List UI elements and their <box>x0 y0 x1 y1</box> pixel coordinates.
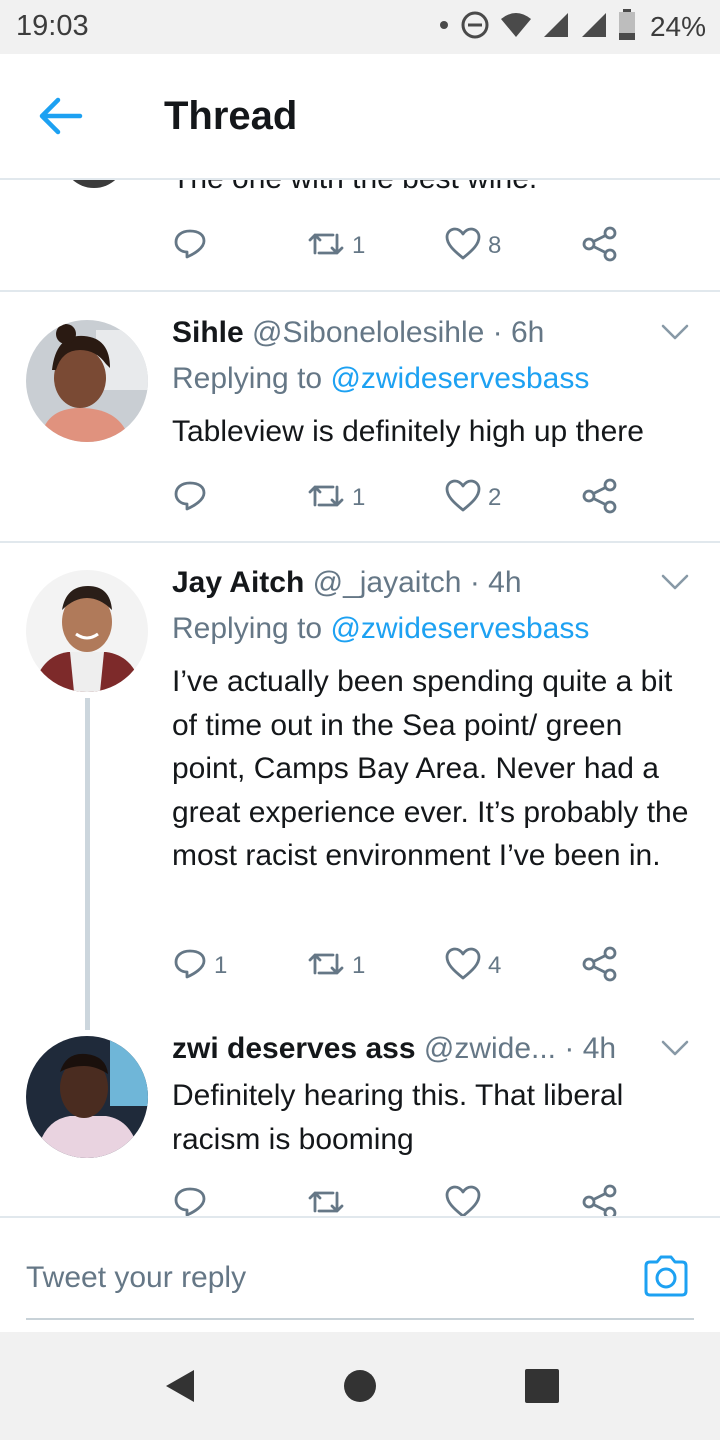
retweet-count: 1 <box>352 232 366 259</box>
retweet-icon <box>306 478 346 519</box>
system-nav-bar <box>0 1332 720 1440</box>
replying-label: Replying to <box>172 362 323 395</box>
reply-icon <box>172 946 208 987</box>
chevron-down-icon[interactable] <box>660 322 690 342</box>
status-bar: 19:03 24% <box>0 0 720 54</box>
tweet-text: I’ve actually been spending quite a bit … <box>172 665 689 872</box>
nav-recents-icon[interactable] <box>522 1366 562 1406</box>
input-underline <box>26 1318 694 1320</box>
timestamp: · 4h <box>564 1032 617 1065</box>
replying-to: Replying to @zwideservesbass <box>172 362 589 396</box>
divider <box>0 290 720 292</box>
like-button[interactable]: 8 <box>444 224 501 268</box>
nav-back-icon[interactable] <box>160 1366 200 1406</box>
camera-icon[interactable] <box>642 1254 690 1298</box>
like-button[interactable]: 2 <box>444 476 501 520</box>
timestamp: · 6h <box>492 316 545 349</box>
reply-button[interactable] <box>172 224 214 268</box>
tweet[interactable]: zwi deserves ass @zwide... · 4h Definite… <box>0 1032 720 1216</box>
status-icons: 24% <box>438 8 706 46</box>
display-name[interactable]: zwi deserves ass <box>172 1032 416 1065</box>
like-button[interactable]: 4 <box>444 944 501 988</box>
retweet-button[interactable]: 1 <box>306 476 365 520</box>
wifi-icon <box>500 11 532 44</box>
thread-list[interactable]: The one with the best wine. 1 8 <box>0 180 720 1216</box>
chevron-down-icon[interactable] <box>660 572 690 592</box>
handle[interactable]: @_jayaitch <box>313 566 462 599</box>
share-icon <box>580 944 620 989</box>
handle[interactable]: @Sibonelolesihle <box>252 316 484 349</box>
notification-dot-icon <box>438 18 450 36</box>
reply-count: 1 <box>214 952 228 979</box>
handle[interactable]: @zwide... <box>424 1032 556 1065</box>
share-button[interactable] <box>580 476 620 520</box>
signal-icon-2 <box>580 11 608 44</box>
nav-home-icon[interactable] <box>340 1366 380 1406</box>
header: Thread <box>0 54 720 180</box>
status-time: 19:03 <box>16 10 89 42</box>
retweet-button[interactable] <box>306 1182 352 1216</box>
tweet-actions <box>172 1182 642 1216</box>
display-name[interactable]: Sihle <box>172 316 244 349</box>
battery-icon <box>618 8 636 46</box>
retweet-icon <box>306 946 346 987</box>
like-count: 4 <box>488 952 502 979</box>
avatar[interactable] <box>26 320 148 442</box>
display-name[interactable]: Jay Aitch <box>172 566 304 599</box>
reply-icon <box>172 1184 208 1217</box>
share-button[interactable] <box>580 944 620 988</box>
tweet-actions: 1 1 4 <box>172 944 642 988</box>
like-button[interactable] <box>444 1182 488 1216</box>
like-icon <box>444 478 482 519</box>
reply-input[interactable] <box>26 1254 586 1302</box>
tweet-header: Sihle @Sibonelolesihle · 6h <box>172 316 544 350</box>
retweet-button[interactable]: 1 <box>306 944 365 988</box>
reply-button[interactable] <box>172 476 214 520</box>
retweet-icon <box>306 226 346 267</box>
replying-to: Replying to @zwideservesbass <box>172 612 589 646</box>
do-not-disturb-icon <box>460 10 490 45</box>
tweet-text: Definitely hearing this. That liberal ra… <box>172 1079 624 1156</box>
avatar[interactable] <box>26 1036 148 1158</box>
reply-composer <box>0 1216 720 1332</box>
page-title: Thread <box>164 94 298 138</box>
share-icon <box>580 224 620 269</box>
like-count: 2 <box>488 484 502 511</box>
reply-button[interactable]: 1 <box>172 944 227 988</box>
share-button[interactable] <box>580 1182 620 1216</box>
tweet-header: zwi deserves ass @zwide... · 4h <box>172 1032 616 1066</box>
replying-label: Replying to <box>172 612 323 645</box>
signal-icon <box>542 11 570 44</box>
like-icon <box>444 1184 482 1216</box>
tweet[interactable]: Sihle @Sibonelolesihle · 6h Replying to … <box>0 316 720 542</box>
share-button[interactable] <box>580 224 620 268</box>
reply-icon <box>172 226 208 267</box>
like-count: 8 <box>488 232 502 259</box>
like-icon <box>444 226 482 267</box>
tweet-header: Jay Aitch @_jayaitch · 4h <box>172 566 522 600</box>
tweet[interactable]: Jay Aitch @_jayaitch · 4h Replying to @z… <box>0 566 720 1026</box>
tweet-text: The one with the best wine. <box>172 180 537 196</box>
retweet-icon <box>306 1184 346 1217</box>
chevron-down-icon[interactable] <box>660 1038 690 1058</box>
reply-button[interactable] <box>172 1182 214 1216</box>
tweet-actions: 1 2 <box>172 476 642 520</box>
retweet-count: 1 <box>352 484 366 511</box>
reply-icon <box>172 478 208 519</box>
avatar[interactable] <box>62 180 126 188</box>
retweet-button[interactable]: 1 <box>306 224 365 268</box>
like-icon <box>444 946 482 987</box>
tweet-actions: 1 8 <box>172 224 642 268</box>
timestamp: · 4h <box>469 566 522 599</box>
replying-mention[interactable]: @zwideservesbass <box>330 612 589 645</box>
replying-mention[interactable]: @zwideservesbass <box>330 362 589 395</box>
divider <box>0 541 720 543</box>
retweet-count: 1 <box>352 952 366 979</box>
tweet-text: Tableview is definitely high up there <box>172 415 644 448</box>
share-icon <box>580 476 620 521</box>
avatar[interactable] <box>26 570 148 692</box>
share-icon <box>580 1182 620 1216</box>
battery-percent: 24% <box>649 11 706 42</box>
back-arrow-icon[interactable] <box>36 94 88 138</box>
